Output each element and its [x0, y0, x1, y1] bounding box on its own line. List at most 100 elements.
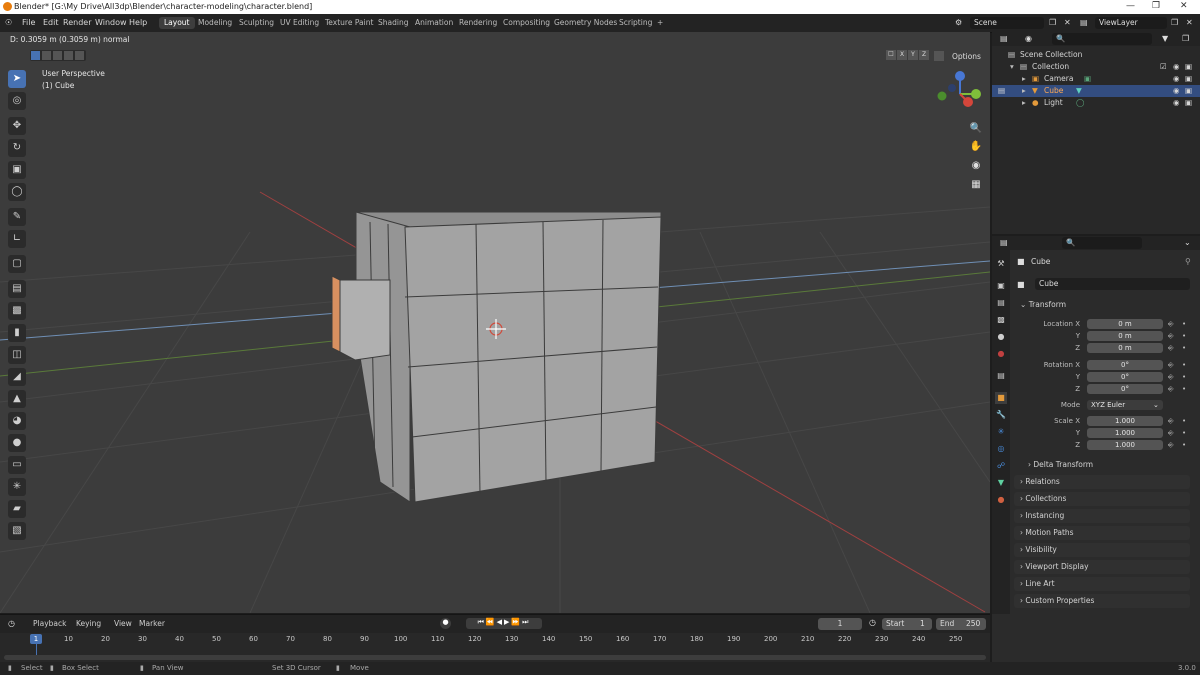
scale-x-field[interactable]: 1.000 [1087, 416, 1163, 426]
object-tab-icon[interactable]: ■ [995, 392, 1007, 404]
lock-icon[interactable]: ⎆ [1168, 332, 1174, 341]
view-menu[interactable]: View [114, 619, 132, 628]
tab-shading[interactable]: Shading [373, 17, 413, 29]
spin-tool-icon[interactable]: ◕ [8, 412, 26, 430]
chevron-down-icon[interactable]: ⌄ [1184, 238, 1191, 247]
material-tab-icon[interactable]: ● [995, 494, 1007, 506]
poly-build-tool-icon[interactable]: ▲ [8, 390, 26, 408]
eye-icon[interactable]: ◉ [1173, 97, 1180, 109]
menu-file[interactable]: File [22, 18, 35, 27]
modifier-tab-icon[interactable]: 🔧 [995, 409, 1007, 421]
add-workspace-button[interactable]: + [652, 17, 668, 29]
blender-menu-icon[interactable]: ☉ [5, 18, 12, 27]
camera-view-icon[interactable]: ◉ [968, 158, 984, 174]
visibility-panel[interactable]: › Visibility [1014, 543, 1190, 557]
pan-hand-icon[interactable]: ✋ [968, 139, 984, 155]
rotation-z-field[interactable]: 0° [1087, 384, 1163, 394]
menu-window[interactable]: Window [95, 18, 127, 27]
rotation-x-field[interactable]: 0° [1087, 360, 1163, 370]
location-y-field[interactable]: 0 m [1087, 331, 1163, 341]
record-icon[interactable]: ● [440, 618, 451, 629]
lock-icon[interactable]: ⎆ [1168, 361, 1174, 370]
lock-icon[interactable]: ⎆ [1168, 441, 1174, 450]
lock-icon[interactable]: ⎆ [1168, 385, 1174, 394]
playback-controls[interactable]: ⏮⏪◀▶⏩⏭ [466, 618, 542, 629]
select-tool-icon[interactable]: ➤ [8, 70, 26, 88]
keyframe-dot-icon[interactable]: • [1182, 417, 1186, 425]
properties-search-input[interactable]: 🔍 [1062, 237, 1142, 249]
outliner-row-scene-collection[interactable]: ▤ Scene Collection [992, 49, 1200, 61]
chevron-right-icon[interactable]: ▸ [1022, 85, 1026, 97]
scene-tab-icon[interactable]: ● [995, 331, 1007, 343]
tab-modeling[interactable]: Modeling [193, 17, 237, 29]
relations-panel[interactable]: › Relations [1014, 475, 1190, 489]
current-frame-field[interactable]: 1 [818, 618, 862, 630]
outliner-row-light[interactable]: ▸ ● Light ◯ ◉ ▣ [992, 97, 1200, 109]
world-tab-icon[interactable]: ● [995, 348, 1007, 360]
tab-scripting[interactable]: Scripting [614, 17, 657, 29]
camera-render-icon[interactable]: ▣ [1185, 73, 1192, 85]
playhead[interactable]: 1 [30, 634, 42, 644]
constraints-tab-icon[interactable]: ☍ [995, 460, 1007, 472]
move-tool-icon[interactable]: ✥ [8, 117, 26, 135]
keyframe-dot-icon[interactable]: • [1182, 429, 1186, 437]
object-name-field[interactable]: Cube [1035, 278, 1190, 290]
editor-type-icon[interactable]: ▤ [1000, 238, 1008, 247]
physics-tab-icon[interactable]: ◎ [995, 443, 1007, 455]
chevron-right-icon[interactable]: ▸ [1022, 97, 1026, 109]
menu-help[interactable]: Help [129, 18, 147, 27]
rotation-mode-dropdown[interactable]: XYZ Euler ⌄ [1087, 400, 1163, 410]
scene-field[interactable]: Scene [970, 17, 1044, 29]
timeline-scrollbar[interactable] [4, 655, 986, 660]
maximize-icon[interactable]: ❐ [1152, 1, 1160, 11]
collections-panel[interactable]: › Collections [1014, 492, 1190, 506]
scale-tool-icon[interactable]: ▣ [8, 161, 26, 179]
camera-render-icon[interactable]: ▣ [1185, 61, 1192, 73]
shrink-fatten-tool-icon[interactable]: ✳ [8, 478, 26, 496]
eye-icon[interactable]: ◉ [1173, 61, 1180, 73]
rotation-y-field[interactable]: 0° [1087, 372, 1163, 382]
marker-menu[interactable]: Marker [139, 619, 165, 628]
scale-z-field[interactable]: 1.000 [1087, 440, 1163, 450]
loop-cut-tool-icon[interactable]: ◫ [8, 346, 26, 364]
outliner-row-collection[interactable]: ▾ ▤ Collection ☑ ◉ ▣ [992, 61, 1200, 73]
inset-tool-icon[interactable]: ▩ [8, 302, 26, 320]
keying-menu[interactable]: Keying [76, 619, 101, 628]
camera-render-icon[interactable]: ▣ [1185, 85, 1192, 97]
camera-render-icon[interactable]: ▣ [1185, 97, 1192, 109]
lock-icon[interactable]: ⎆ [1168, 373, 1174, 382]
keyframe-dot-icon[interactable]: • [1182, 361, 1186, 369]
filter-icon[interactable]: ▼ [1162, 34, 1168, 43]
copy-scene-icon[interactable]: ❐ [1049, 18, 1056, 27]
annotate-tool-icon[interactable]: ✎ [8, 208, 26, 226]
navigation-gizmo[interactable] [932, 68, 988, 122]
output-tab-icon[interactable]: ▤ [995, 297, 1007, 309]
shear-tool-icon[interactable]: ▰ [8, 500, 26, 518]
view-layer-field[interactable]: ViewLayer [1095, 17, 1167, 29]
rip-tool-icon[interactable]: ▧ [8, 522, 26, 540]
location-x-field[interactable]: 0 m [1087, 319, 1163, 329]
edge-slide-tool-icon[interactable]: ▭ [8, 456, 26, 474]
lock-icon[interactable]: ⎆ [1168, 344, 1174, 353]
tab-animation[interactable]: Animation [410, 17, 458, 29]
editor-type-icon[interactable]: ◷ [8, 619, 15, 628]
outliner-search-input[interactable]: 🔍 [1052, 33, 1152, 45]
keyframe-dot-icon[interactable]: • [1182, 373, 1186, 381]
view-layer-tab-icon[interactable]: ▩ [995, 314, 1007, 326]
add-cube-tool-icon[interactable]: ▢ [8, 255, 26, 273]
ortho-grid-icon[interactable]: ▦ [968, 177, 984, 193]
lock-icon[interactable]: ⎆ [1168, 417, 1174, 426]
smooth-tool-icon[interactable]: ● [8, 434, 26, 452]
lock-icon[interactable]: ⎆ [1168, 320, 1174, 329]
line-art-panel[interactable]: › Line Art [1014, 577, 1190, 591]
close-icon[interactable]: ✕ [1180, 1, 1188, 11]
keyframe-dot-icon[interactable]: • [1182, 385, 1186, 393]
remove-scene-icon[interactable]: ✕ [1064, 18, 1071, 27]
editor-type-icon[interactable]: ▤ [1000, 34, 1008, 43]
instancing-panel[interactable]: › Instancing [1014, 509, 1190, 523]
remove-view-layer-icon[interactable]: ✕ [1186, 18, 1193, 27]
eye-icon[interactable]: ◉ [1173, 73, 1180, 85]
outliner-row-camera[interactable]: ▸ ▣ Camera ▣ ◉ ▣ [992, 73, 1200, 85]
transform-tool-icon[interactable]: ◯ [8, 183, 26, 201]
pin-icon[interactable]: ⚲ [1185, 257, 1191, 266]
